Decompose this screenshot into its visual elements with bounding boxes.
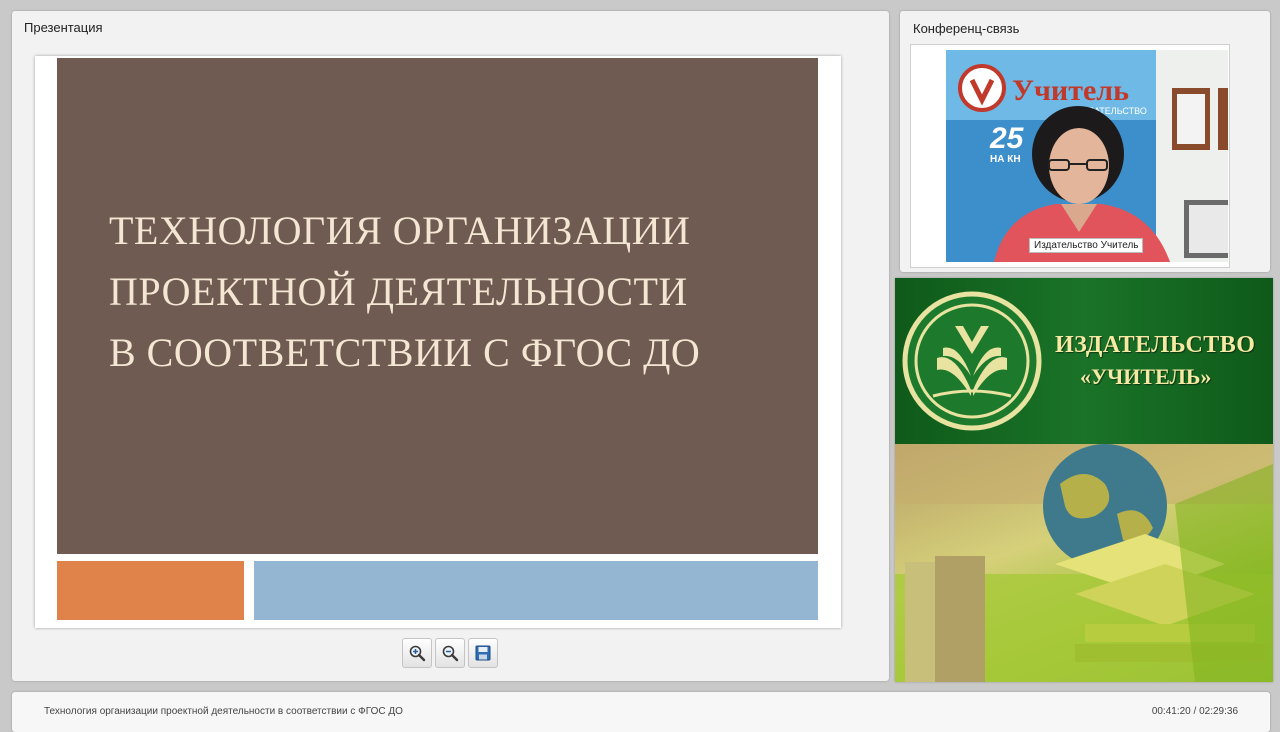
presentation-panel: Презентация ТЕХНОЛОГИЯ ОРГАНИЗАЦИИ ПРОЕК…: [12, 11, 889, 681]
slide-title: ТЕХНОЛОГИЯ ОРГАНИЗАЦИИ ПРОЕКТНОЙ ДЕЯТЕЛЬ…: [109, 200, 799, 383]
publisher-name-line1: ИЗДАТЕЛЬСТВО: [1055, 332, 1256, 358]
video-participant-label: Издательство Учитель: [1029, 238, 1144, 253]
publisher-name-line2: «УЧИТЕЛЬ»: [1080, 364, 1212, 389]
poster-caption: НА КН: [990, 154, 1021, 165]
slide: ТЕХНОЛОГИЯ ОРГАНИЗАЦИИ ПРОЕКТНОЙ ДЕЯТЕЛЬ…: [35, 56, 841, 628]
slide-orange-block: [57, 561, 244, 620]
slide-title-line: ТЕХНОЛОГИЯ ОРГАНИЗАЦИИ: [109, 208, 691, 253]
slide-title-line: ПРОЕКТНОЙ ДЕЯТЕЛЬНОСТИ: [109, 269, 688, 314]
poster-number: 25: [989, 122, 1025, 155]
save-icon: [475, 645, 491, 661]
slide-main-area: ТЕХНОЛОГИЯ ОРГАНИЗАЦИИ ПРОЕКТНОЙ ДЕЯТЕЛЬ…: [57, 58, 818, 554]
playback-time: 00:41:20 / 02:29:36: [1151, 706, 1238, 717]
banner-books-image: [895, 444, 1273, 682]
globe-and-books-image: [895, 444, 1273, 682]
publisher-banner: ИЗДАТЕЛЬСТВО «УЧИТЕЛЬ»: [895, 278, 1273, 682]
save-button[interactable]: [468, 638, 498, 668]
publisher-logo-icon: [902, 291, 1042, 431]
session-title: Технология организации проектной деятель…: [44, 706, 403, 717]
bottom-bar: Технология организации проектной деятель…: [12, 692, 1270, 732]
slide-title-line: В СООТВЕТСТВИИ С ФГОС ДО: [109, 330, 701, 375]
zoom-in-icon: [409, 645, 426, 662]
video-scene: Учитель ИЗДАТЕЛЬСТВО 25 НА КН: [946, 50, 1228, 262]
zoom-in-button[interactable]: [402, 638, 432, 668]
zoom-out-button[interactable]: [435, 638, 465, 668]
zoom-out-icon: [442, 645, 459, 662]
conference-panel: Конференц-связь Учитель ИЗДАТЕЛЬСТВО 25 …: [900, 11, 1270, 272]
banner-logo-area: ИЗДАТЕЛЬСТВО «УЧИТЕЛЬ»: [895, 278, 1273, 444]
poster-text: Учитель: [1012, 74, 1129, 107]
conference-panel-title: Конференц-связь: [913, 21, 1020, 36]
slide-blue-block: [254, 561, 818, 620]
video-feed[interactable]: Учитель ИЗДАТЕЛЬСТВО 25 НА КН Издательст…: [946, 50, 1228, 262]
presentation-panel-title: Презентация: [24, 20, 103, 35]
